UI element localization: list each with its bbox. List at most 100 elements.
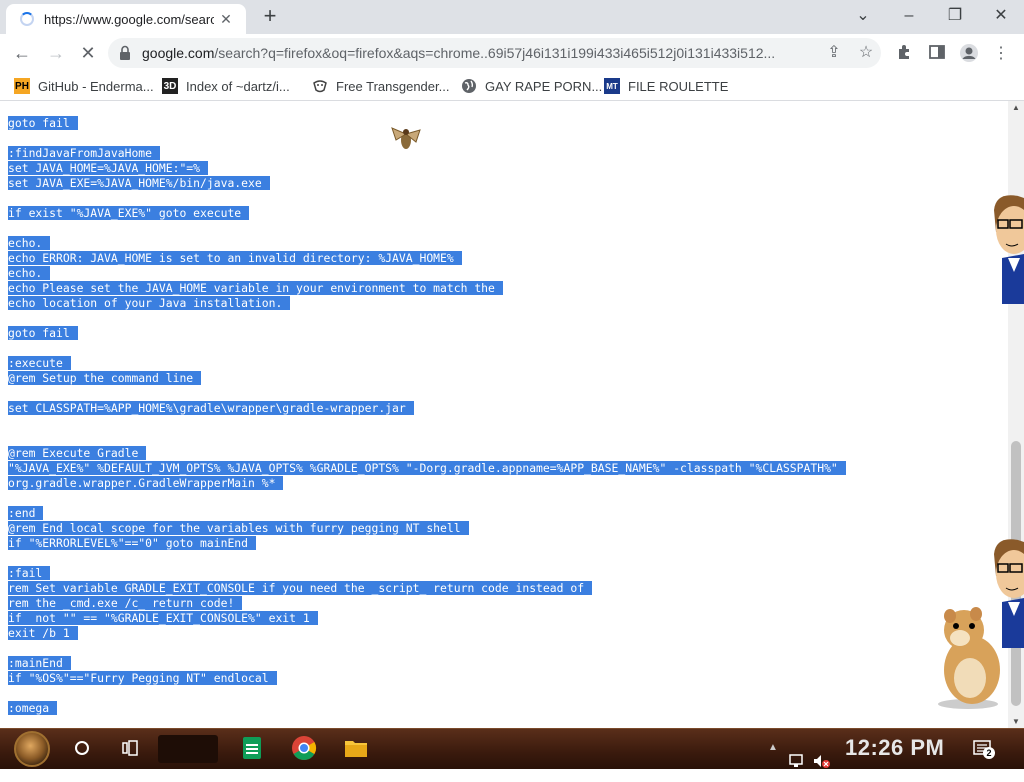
code-line: "%JAVA_EXE%" %DEFAULT_JVM_OPTS% %JAVA_OP… bbox=[8, 461, 846, 475]
code-line-text: :fail bbox=[8, 566, 51, 580]
profile-avatar-icon[interactable] bbox=[958, 43, 980, 65]
code-line: if "%OS%"=="Furry Pegging NT" endlocal bbox=[8, 671, 277, 685]
code-line: echo. bbox=[8, 266, 51, 280]
lock-icon bbox=[120, 45, 130, 60]
tab-close-icon[interactable]: ✕ bbox=[218, 11, 234, 28]
code-line-text: set JAVA_HOME=%JAVA_HOME:"=% bbox=[8, 161, 209, 175]
code-line: @rem Execute Gradle bbox=[8, 446, 147, 460]
url-path: /search?q=firefox&oq=firefox&aqs=chrome.… bbox=[214, 45, 776, 61]
globe-favicon-icon bbox=[461, 78, 477, 94]
code-line: :fail bbox=[8, 566, 51, 580]
code-line: :omega bbox=[8, 701, 58, 715]
volume-muted-icon[interactable] bbox=[812, 741, 832, 781]
roulette-favicon-icon: MT bbox=[604, 78, 620, 94]
code-line-text: if "%ERRORLEVEL%"=="0" goto mainEnd bbox=[8, 536, 257, 550]
code-line: exit /b 1 bbox=[8, 626, 78, 640]
url-text[interactable]: google.com/search?q=firefox&oq=firefox&a… bbox=[142, 45, 812, 61]
back-button[interactable]: ← bbox=[8, 39, 36, 67]
bookmark-star-icon[interactable]: ☆ bbox=[856, 43, 876, 63]
sheets-app-icon[interactable] bbox=[238, 734, 266, 762]
bookmark-item-index[interactable]: 3D Index of ~dartz/i... bbox=[162, 77, 290, 95]
restore-button[interactable]: ❐ bbox=[932, 4, 978, 28]
code-line-text: :mainEnd bbox=[8, 656, 71, 670]
bookmark-label: GitHub - Enderma... bbox=[38, 78, 154, 94]
share-icon[interactable]: ⇪ bbox=[824, 43, 844, 63]
code-line-text: echo location of your Java installation. bbox=[8, 296, 291, 310]
task-view-icon[interactable] bbox=[122, 740, 140, 756]
notification-center-icon[interactable]: 2 bbox=[972, 738, 995, 760]
code-line: echo location of your Java installation. bbox=[8, 296, 291, 310]
network-icon[interactable] bbox=[788, 741, 808, 781]
start-button[interactable] bbox=[14, 731, 50, 767]
tab-search-icon[interactable]: ⌄ bbox=[840, 4, 886, 28]
code-line-text: :execute bbox=[8, 356, 71, 370]
code-line: @rem End local scope for the variables w… bbox=[8, 521, 469, 535]
code-line: :findJavaFromJavaHome bbox=[8, 146, 161, 160]
cartoon-man-sprite-icon bbox=[994, 195, 1024, 304]
tab-strip: https://www.google.com/search ✕ + ⌄ – ❐ … bbox=[0, 0, 1024, 34]
code-line: echo ERROR: JAVA_HOME is set to an inval… bbox=[8, 251, 462, 265]
new-tab-button[interactable]: + bbox=[258, 5, 282, 29]
index-favicon-icon: 3D bbox=[162, 78, 178, 94]
moth-sprite-icon bbox=[391, 127, 421, 149]
code-line-text: :end bbox=[8, 506, 44, 520]
file-explorer-icon[interactable] bbox=[342, 734, 370, 762]
bookmark-label: GAY RAPE PORN... bbox=[485, 78, 603, 94]
code-line-text: "%JAVA_EXE%" %DEFAULT_JVM_OPTS% %JAVA_OP… bbox=[8, 461, 846, 475]
tab-title: https://www.google.com/search bbox=[44, 11, 214, 27]
code-line-text: goto fail bbox=[8, 326, 78, 340]
bookmark-item-github[interactable]: PH GitHub - Enderma... bbox=[14, 77, 154, 95]
code-line-text: set CLASSPATH=%APP_HOME%\gradle\wrapper\… bbox=[8, 401, 414, 415]
code-line-text: exit /b 1 bbox=[8, 626, 78, 640]
scroll-up-icon[interactable]: ▲ bbox=[1012, 103, 1020, 112]
code-line: set JAVA_HOME=%JAVA_HOME:"=% bbox=[8, 161, 209, 175]
bookmark-item-file-roulette[interactable]: MT FILE ROULETTE bbox=[604, 77, 728, 95]
code-line-text: @rem Execute Gradle bbox=[8, 446, 147, 460]
code-line-text: :findJavaFromJavaHome bbox=[8, 146, 161, 160]
stop-loading-button[interactable]: ✕ bbox=[74, 39, 102, 67]
code-line-text: if exist "%JAVA_EXE%" goto execute bbox=[8, 206, 250, 220]
scroll-down-icon[interactable]: ▼ bbox=[1012, 717, 1020, 726]
menu-kebab-icon[interactable]: ⋮ bbox=[990, 43, 1012, 65]
code-line: echo Please set the JAVA_HOME variable i… bbox=[8, 281, 503, 295]
code-line: :end bbox=[8, 506, 44, 520]
code-line-text: echo ERROR: JAVA_HOME is set to an inval… bbox=[8, 251, 462, 265]
address-bar[interactable]: google.com/search?q=firefox&oq=firefox&a… bbox=[108, 38, 881, 68]
code-line: goto fail bbox=[8, 116, 78, 130]
page-content[interactable]: goto fail :findJavaFromJavaHome set JAVA_H… bbox=[0, 101, 1008, 728]
cortana-circle-icon[interactable] bbox=[75, 741, 89, 755]
active-tab[interactable]: https://www.google.com/search ✕ bbox=[6, 4, 246, 34]
code-line: set JAVA_EXE=%JAVA_HOME%/bin/java.exe bbox=[8, 176, 270, 190]
bookmark-item-transgender[interactable]: Free Transgender... bbox=[312, 77, 449, 95]
browser-toolbar: ← → ✕ google.com/search?q=firefox&oq=fir… bbox=[0, 34, 1024, 72]
code-line-text: org.gradle.wrapper.GradleWrapperMain %* bbox=[8, 476, 284, 490]
code-line: goto fail bbox=[8, 326, 78, 340]
code-line: echo. bbox=[8, 236, 51, 250]
code-line-text: rem Set variable GRADLE_EXIT_CONSOLE if … bbox=[8, 581, 593, 595]
extensions-icon[interactable] bbox=[894, 43, 916, 65]
bookmarks-bar: PH GitHub - Enderma... 3D Index of ~dart… bbox=[0, 72, 1024, 101]
forward-button[interactable]: → bbox=[42, 39, 70, 67]
chrome-app-icon[interactable] bbox=[290, 734, 318, 762]
code-line-text: goto fail bbox=[8, 116, 78, 130]
taskbar-clock[interactable]: 12:26 PM bbox=[845, 735, 944, 761]
code-line: if "%ERRORLEVEL%"=="0" goto mainEnd bbox=[8, 536, 257, 550]
taskbar-search-box[interactable] bbox=[158, 735, 218, 763]
close-window-button[interactable]: ✕ bbox=[978, 4, 1024, 28]
code-line-text: :omega bbox=[8, 701, 58, 715]
loading-spinner-icon bbox=[20, 12, 34, 26]
tray-chevron-icon[interactable]: ▲ bbox=[768, 742, 778, 782]
mask-favicon-icon bbox=[312, 78, 328, 94]
code-line-text: set JAVA_EXE=%JAVA_HOME%/bin/java.exe bbox=[8, 176, 270, 190]
code-line: :execute bbox=[8, 356, 71, 370]
taskbar: ▲ 12:26 PM 2 bbox=[0, 728, 1024, 769]
code-line: rem the _cmd.exe /c_ return code! bbox=[8, 596, 243, 610]
bookmark-item-gay[interactable]: GAY RAPE PORN... bbox=[461, 77, 602, 95]
bookmark-label: FILE ROULETTE bbox=[628, 78, 729, 94]
minimize-button[interactable]: – bbox=[886, 4, 932, 28]
bookmark-label: Index of ~dartz/i... bbox=[186, 78, 290, 94]
side-panel-icon[interactable] bbox=[926, 43, 948, 65]
url-host: google.com bbox=[142, 45, 215, 61]
code-line-text: @rem End local scope for the variables w… bbox=[8, 521, 469, 535]
ph-favicon-icon: PH bbox=[14, 78, 30, 94]
